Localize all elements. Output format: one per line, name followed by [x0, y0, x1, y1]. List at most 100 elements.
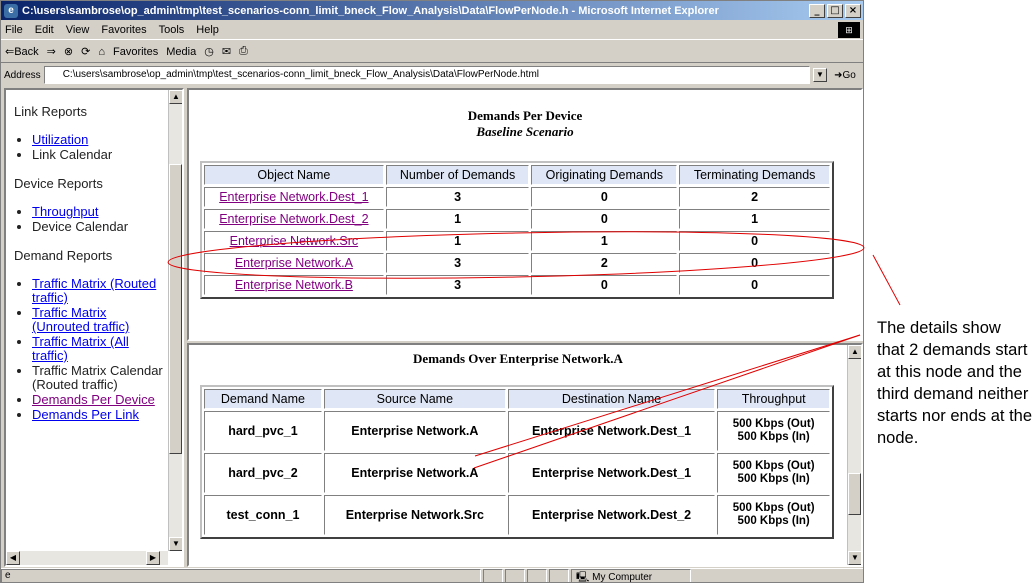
throughput-out: 500 Kbps (Out)	[732, 502, 815, 514]
zone-label: My Computer	[592, 572, 653, 583]
table-row: test_conn_1 Enterprise Network.Src Enter…	[204, 495, 830, 535]
detail-vertical-scrollbar[interactable]: ▲ ▼	[847, 345, 861, 565]
cell-term: 2	[679, 187, 830, 207]
refresh-icon[interactable]: ⟳	[81, 45, 90, 58]
object-link[interactable]: Enterprise Network.Dest_1	[219, 190, 368, 204]
menu-tools[interactable]: Tools	[159, 24, 185, 36]
callout-text: The details show that 2 demands start at…	[877, 319, 1033, 447]
table-row: Enterprise Network.Dest_2 1 0 1	[204, 209, 830, 229]
demands-per-device-table: Object Name Number of Demands Originatin…	[200, 161, 834, 299]
cell-num: 3	[385, 187, 530, 207]
status-cell	[483, 569, 503, 582]
status-bar: e 🖳 My Computer	[1, 568, 863, 583]
cell-source: Enterprise Network.A	[323, 411, 506, 451]
back-button[interactable]: ⇐Back	[5, 45, 39, 58]
scroll-up-icon[interactable]: ▲	[169, 90, 182, 104]
cell-orig: 0	[531, 187, 678, 207]
windows-logo-icon: ⊞	[838, 22, 860, 38]
maximize-button[interactable]: □	[827, 3, 843, 18]
status-cell	[505, 569, 525, 582]
address-label: Address	[4, 69, 41, 81]
col-terminating-demands: Terminating Demands	[679, 165, 830, 185]
detail-report-title: Demands Over Enterprise Network.A	[413, 351, 623, 366]
cell-orig: 0	[531, 275, 678, 295]
tm-routed-link[interactable]: Traffic Matrix (Routed traffic)	[32, 276, 156, 305]
minimize-button[interactable]: _	[809, 3, 825, 18]
window-title: C:\users\sambrose\op_admin\tmp\test_scen…	[22, 4, 719, 17]
scroll-down-icon[interactable]: ▼	[848, 551, 861, 565]
col-throughput: Throughput	[717, 389, 830, 409]
close-button[interactable]: ×	[845, 3, 861, 18]
table-row: hard_pvc_1 Enterprise Network.A Enterpri…	[204, 411, 830, 451]
link-calendar-item: Link Calendar	[32, 147, 113, 162]
forward-button[interactable]: ⇒	[47, 45, 56, 58]
table-row: hard_pvc_2 Enterprise Network.A Enterpri…	[204, 453, 830, 493]
throughput-link[interactable]: Throughput	[32, 204, 99, 219]
object-link[interactable]: Enterprise Network.Dest_2	[219, 212, 368, 226]
menu-help[interactable]: Help	[196, 24, 219, 36]
cell-orig: 1	[531, 231, 678, 251]
scroll-down-icon[interactable]: ▼	[169, 537, 182, 551]
tm-unrouted-link[interactable]: Traffic Matrix (Unrouted traffic)	[32, 305, 129, 334]
stop-icon[interactable]: ⊗	[64, 45, 73, 58]
menu-edit[interactable]: Edit	[35, 24, 54, 36]
throughput-in: 500 Kbps (In)	[737, 431, 810, 443]
computer-icon: 🖳	[576, 572, 590, 583]
scroll-right-icon[interactable]: ▶	[146, 551, 160, 565]
col-originating-demands: Originating Demands	[531, 165, 678, 185]
cell-num: 3	[385, 253, 530, 273]
demands-per-link-link[interactable]: Demands Per Link	[32, 407, 139, 422]
address-input[interactable]: C:\users\sambrose\op_admin\tmp\test_scen…	[43, 66, 810, 84]
col-source-name: Source Name	[323, 389, 506, 409]
cell-throughput: 500 Kbps (Out) 500 Kbps (In)	[717, 411, 830, 451]
toolbar: ⇐Back ⇒ ⊗ ⟳ ⌂ Favorites Media ◷ ✉ ⎙	[1, 41, 863, 63]
nav-vertical-scrollbar[interactable]: ▲ ▼	[168, 90, 182, 551]
cell-term: 0	[679, 231, 830, 251]
nav-horizontal-scrollbar[interactable]: ◀ ▶	[6, 551, 168, 565]
menu-favorites[interactable]: Favorites	[101, 24, 146, 36]
cell-dest: Enterprise Network.Dest_2	[507, 495, 716, 535]
mail-icon[interactable]: ✉	[222, 45, 231, 58]
tm-all-link[interactable]: Traffic Matrix (All traffic)	[32, 334, 129, 363]
nav-frame: Link Reports Utilization Link Calendar D…	[4, 88, 184, 567]
scroll-up-icon[interactable]: ▲	[848, 345, 861, 359]
object-link[interactable]: Enterprise Network.A	[235, 256, 353, 270]
cell-demand: test_conn_1	[204, 495, 322, 535]
home-icon[interactable]: ⌂	[98, 46, 105, 58]
media-button[interactable]: Media	[166, 46, 196, 58]
go-button[interactable]: ➜Go	[827, 70, 863, 81]
table-row: Enterprise Network.A 3 2 0	[204, 253, 830, 273]
col-object-name: Object Name	[204, 165, 384, 185]
address-value: C:\users\sambrose\op_admin\tmp\test_scen…	[62, 69, 540, 80]
cell-source: Enterprise Network.Src	[323, 495, 506, 535]
scroll-thumb[interactable]	[169, 164, 182, 454]
utilization-link[interactable]: Utilization	[32, 132, 88, 147]
scroll-thumb[interactable]	[848, 473, 861, 515]
demands-per-device-link[interactable]: Demands Per Device	[32, 392, 155, 407]
menu-bar: File Edit View Favorites Tools Help ⊞	[1, 20, 863, 40]
history-icon[interactable]: ◷	[204, 45, 214, 58]
menu-file[interactable]: File	[5, 24, 23, 36]
demand-reports-heading: Demand Reports	[14, 248, 113, 263]
status-cell	[527, 569, 547, 582]
address-dropdown-icon[interactable]: ▼	[813, 68, 827, 82]
object-link[interactable]: Enterprise Network.B	[235, 278, 353, 292]
scroll-left-icon[interactable]: ◀	[6, 551, 20, 565]
report-subtitle: Baseline Scenario	[476, 124, 574, 139]
demands-over-node-table: Demand Name Source Name Destination Name…	[200, 385, 834, 539]
table-row: Enterprise Network.Src 1 1 0	[204, 231, 830, 251]
print-icon[interactable]: ⎙	[239, 45, 248, 58]
object-link[interactable]: Enterprise Network.Src	[230, 234, 359, 248]
cell-num: 3	[385, 275, 530, 295]
device-calendar-item: Device Calendar	[32, 219, 129, 234]
callout-pointer-line	[872, 254, 901, 306]
browser-window: e C:\users\sambrose\op_admin\tmp\test_sc…	[0, 0, 864, 583]
table-row: Enterprise Network.Dest_1 3 0 2	[204, 187, 830, 207]
col-demand-name: Demand Name	[204, 389, 322, 409]
throughput-in: 500 Kbps (In)	[737, 515, 810, 527]
menu-view[interactable]: View	[66, 24, 90, 36]
cell-source: Enterprise Network.A	[323, 453, 506, 493]
cell-throughput: 500 Kbps (Out) 500 Kbps (In)	[717, 495, 830, 535]
favorites-button[interactable]: Favorites	[113, 46, 158, 58]
report-title: Demands Per Device	[467, 108, 583, 123]
